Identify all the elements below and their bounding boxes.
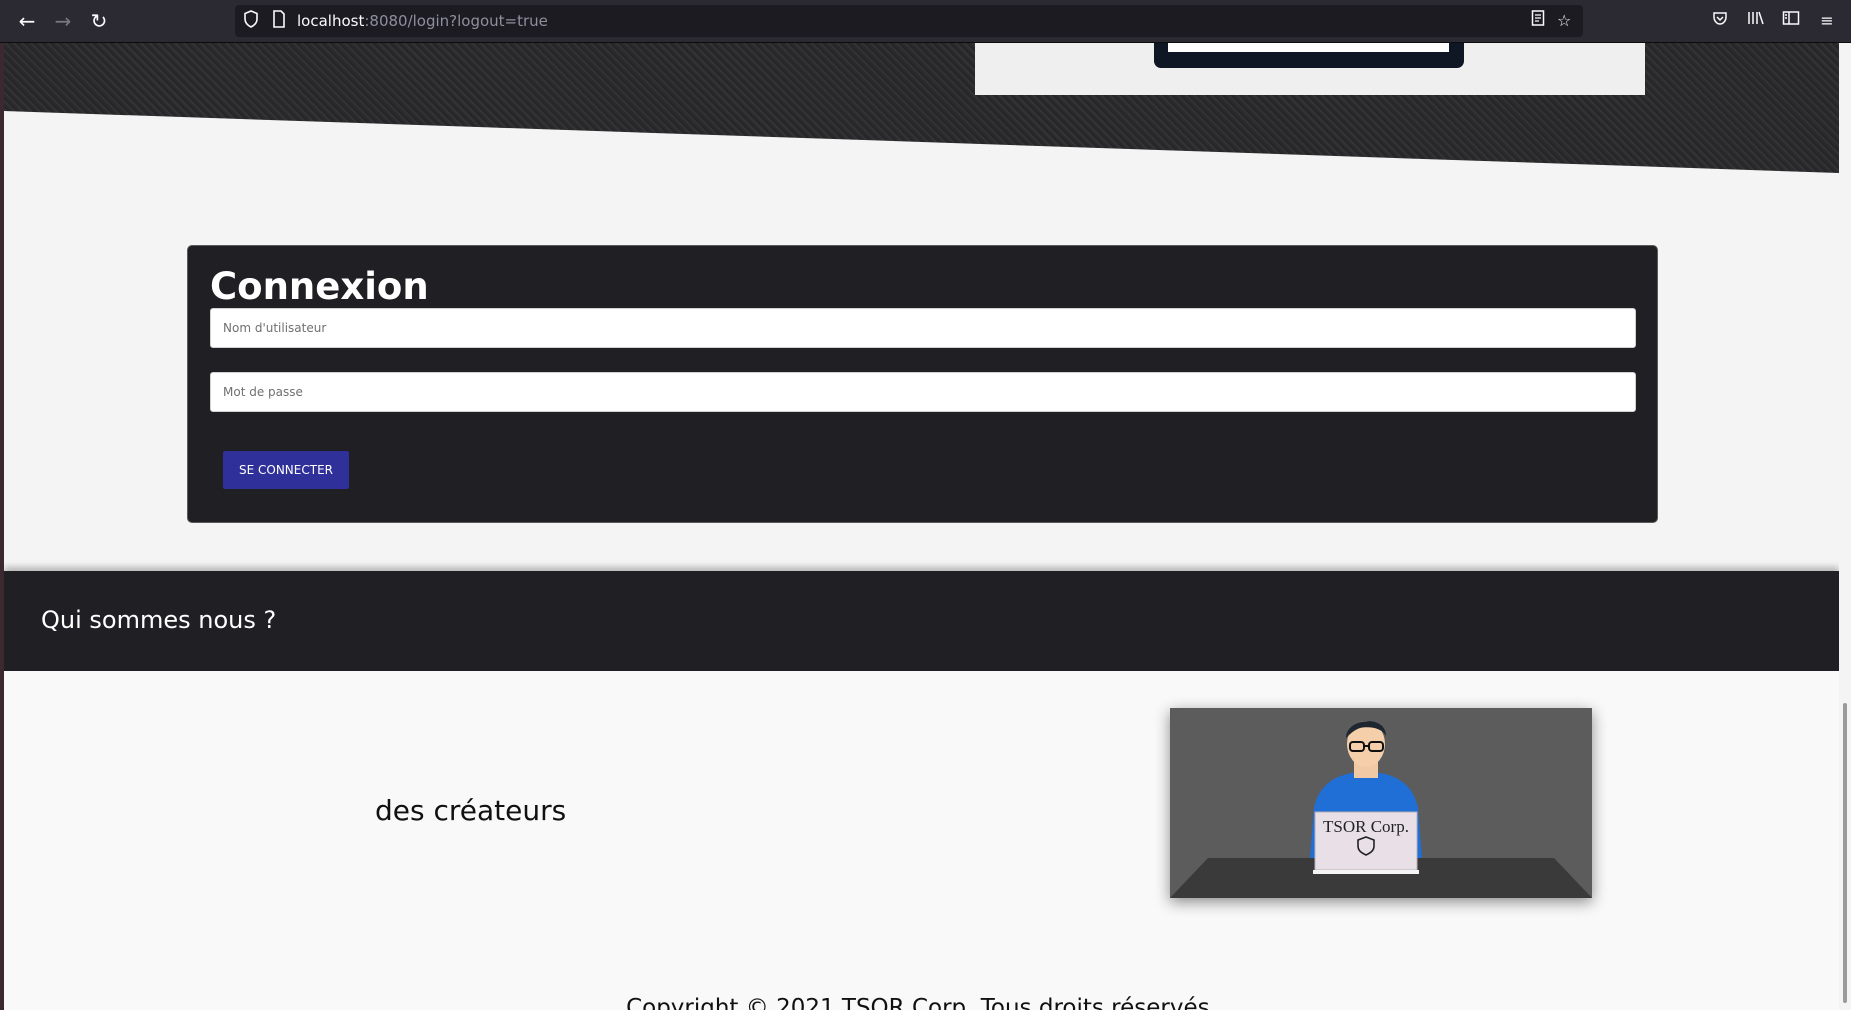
scrollbar[interactable] [1839,43,1851,1010]
login-title: Connexion [210,265,429,308]
about-title: Qui sommes nous ? [41,606,277,634]
about-text: des créateurs [375,794,567,827]
login-form: Connexion SE CONNECTER [187,245,1658,523]
copyright-text: Copyright © 2021 TSOR Corp. Tous droits … [626,995,1217,1010]
password-input[interactable] [210,372,1636,412]
illustration-label: TSOR Corp. [1323,817,1409,836]
reload-icon[interactable]: ↻ [86,8,112,34]
username-input[interactable] [210,308,1636,348]
about-header: Qui sommes nous ? [4,571,1839,671]
bookmark-star-icon[interactable]: ☆ [1557,10,1571,32]
library-icon[interactable] [1744,10,1768,32]
hero-monitor-graphic [1154,43,1464,68]
sidebar-icon[interactable] [1779,10,1803,32]
reader-view-icon[interactable] [1531,10,1545,32]
login-button[interactable]: SE CONNECTER [223,451,349,489]
scrollbar-thumb[interactable] [1843,703,1847,1003]
browser-toolbar: ← → ↻ localhost:8080/login?logout=true ☆… [0,0,1851,43]
url-path: :8080/login?logout=true [364,12,548,30]
url-text[interactable]: localhost:8080/login?logout=true [297,11,548,31]
hero-monitor-screen [1168,43,1449,52]
team-illustration: TSOR Corp. [1170,708,1592,898]
menu-icon[interactable]: ≡ [1815,10,1839,32]
page-viewport: Connexion SE CONNECTER Qui sommes nous ?… [4,43,1839,1010]
forward-icon[interactable]: → [50,8,76,34]
back-icon[interactable]: ← [14,8,40,34]
shield-icon[interactable] [243,10,259,34]
url-host: localhost [297,12,365,30]
page-icon[interactable] [272,10,286,34]
url-bar[interactable]: localhost:8080/login?logout=true ☆ [235,5,1583,37]
pocket-icon[interactable] [1708,10,1732,32]
about-section: des créateurs TSOR Corp. Copyright © 202… [4,671,1839,1010]
